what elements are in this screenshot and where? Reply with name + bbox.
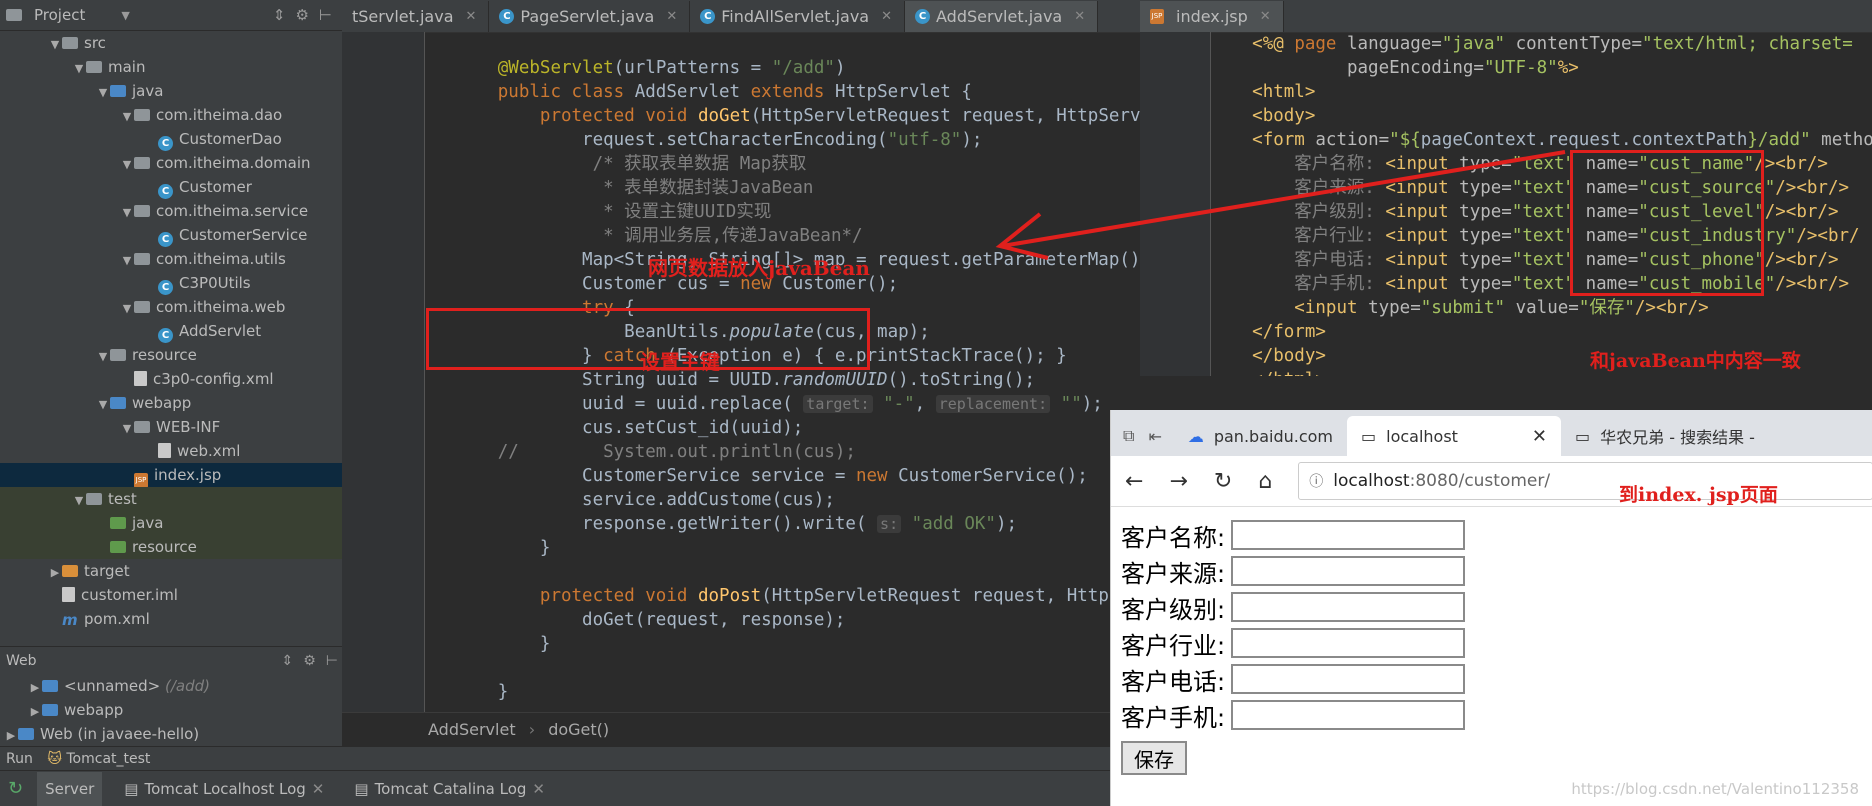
annotation-arrow — [995, 150, 1566, 260]
